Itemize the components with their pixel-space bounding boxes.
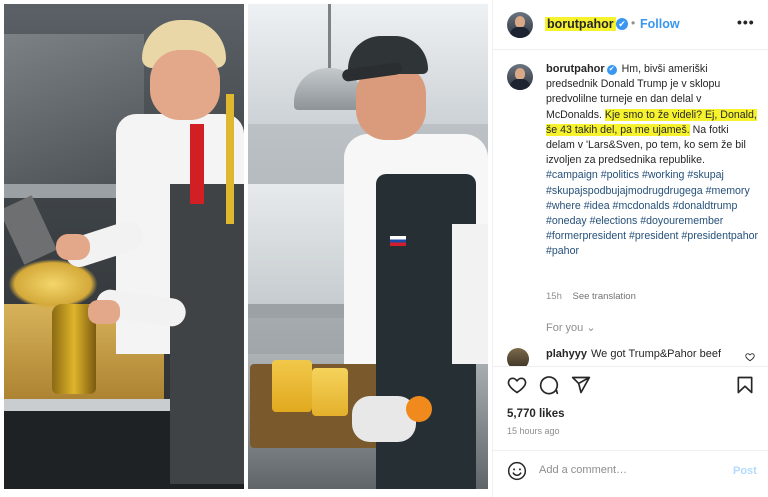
heart-icon[interactable]	[507, 375, 527, 395]
caption-time: 15h	[546, 291, 562, 302]
post-header: borutpahor ✔ • Follow •••	[493, 0, 768, 50]
verified-badge-icon: ✔	[606, 65, 617, 75]
fries	[8, 259, 98, 309]
comment-body: We got Trump&Pahor beef	[590, 348, 722, 360]
for-you-dropdown[interactable]: For you ⌄	[546, 321, 596, 334]
orange-watch	[406, 396, 432, 422]
post-button[interactable]: Post	[733, 465, 757, 477]
emoji-icon[interactable]	[507, 461, 527, 481]
caption-hashtags[interactable]: #campaign #politics #working #skupaj #sk…	[546, 169, 758, 257]
comment-like-icon[interactable]	[745, 352, 755, 362]
more-options-icon[interactable]: •••	[737, 14, 755, 30]
apron-strap	[226, 94, 234, 224]
fry-scoop	[4, 195, 57, 265]
caption-meta: 15h See translation	[546, 291, 636, 302]
verified-badge-icon: ✔	[616, 18, 628, 30]
hand	[56, 234, 90, 260]
photo-trump-mcdonalds	[4, 4, 244, 489]
fries	[312, 368, 348, 416]
post-media	[0, 0, 492, 497]
photo-pahor-kitchen	[248, 4, 488, 489]
action-bar	[493, 366, 768, 402]
see-translation-link[interactable]: See translation	[573, 291, 636, 302]
hand	[88, 300, 120, 324]
share-icon[interactable]	[571, 375, 591, 395]
comment-text: plahyyy We got Trump&Pahor beef	[546, 348, 721, 360]
counter-edge	[4, 399, 174, 411]
slovenia-flag-pin	[390, 236, 406, 246]
comment-item: plahyyy We got Trump&Pahor beef	[493, 344, 768, 366]
comment-icon[interactable]	[539, 375, 559, 395]
add-comment-row: Post	[493, 450, 768, 491]
apron	[170, 184, 244, 484]
post-time: 15 hours ago	[507, 426, 560, 436]
add-comment-input[interactable]	[539, 464, 709, 476]
sleeve	[452, 224, 488, 364]
post-side-panel: borutpahor ✔ • Follow ••• borutpahor ✔ Hm…	[492, 0, 768, 497]
follow-button[interactable]: Follow	[640, 17, 680, 31]
face	[150, 50, 220, 120]
caption-username[interactable]: borutpahor	[546, 63, 605, 75]
caption-block: borutpahor ✔ Hm, bivši ameriški predsedni…	[493, 52, 768, 320]
bookmark-icon[interactable]	[735, 375, 755, 395]
avatar-suit	[510, 27, 530, 38]
avatar[interactable]	[507, 12, 533, 38]
fries	[272, 360, 312, 412]
comment-avatar[interactable]	[507, 348, 529, 366]
header-username[interactable]: borutpahor	[545, 17, 616, 31]
comment-username[interactable]: plahyyy	[546, 348, 587, 360]
caption-text: borutpahor ✔ Hm, bivši ameriški predsedni…	[546, 62, 758, 260]
caption-avatar[interactable]	[507, 64, 533, 90]
separator: •	[631, 16, 636, 30]
lamp-cord	[328, 4, 331, 70]
avatar-suit	[510, 79, 530, 90]
likes-count[interactable]: 5,770 likes	[507, 408, 565, 420]
red-tie	[190, 124, 204, 204]
